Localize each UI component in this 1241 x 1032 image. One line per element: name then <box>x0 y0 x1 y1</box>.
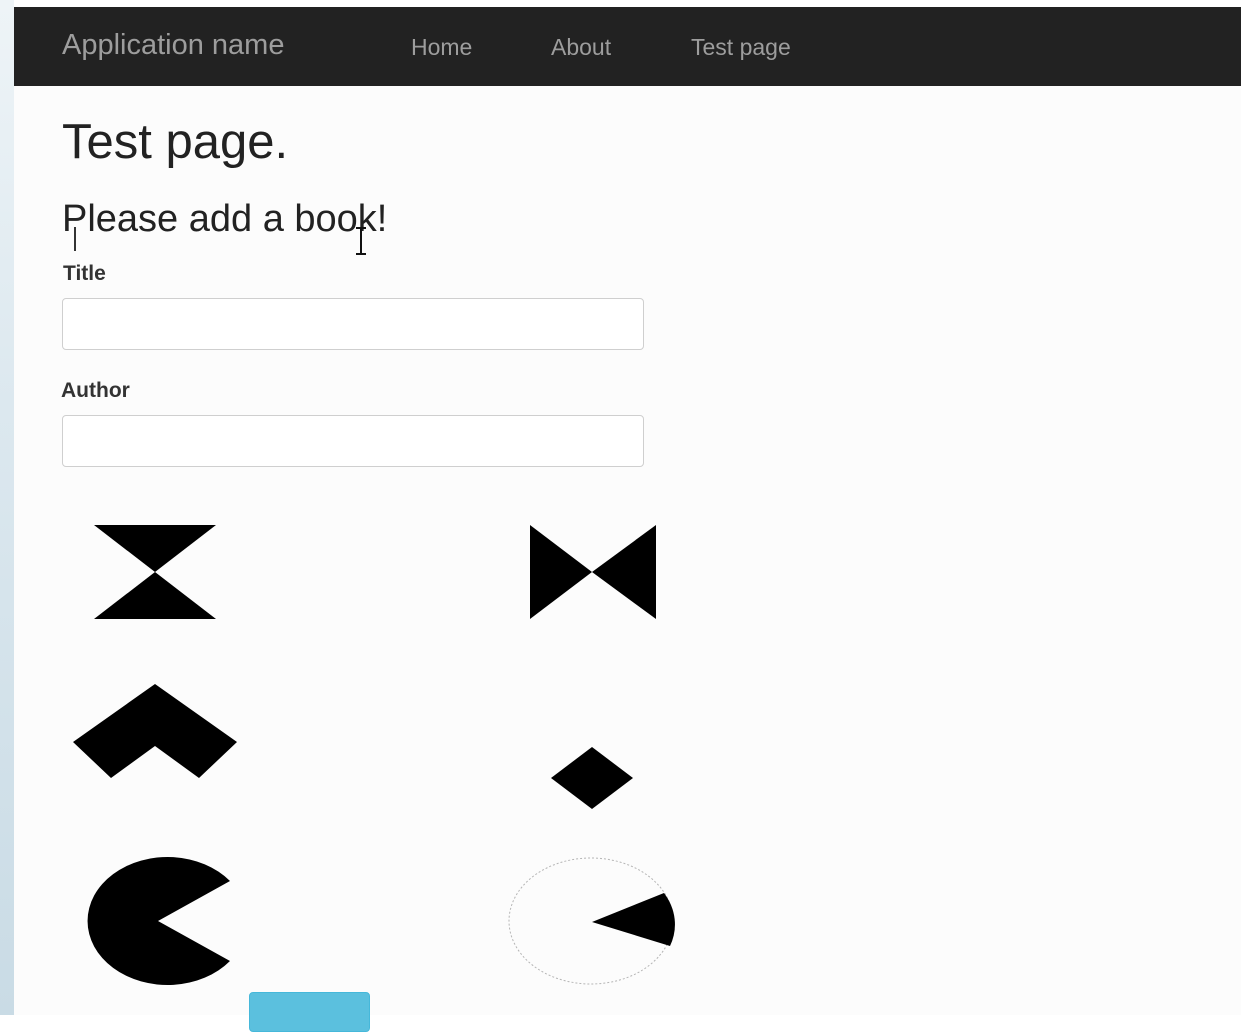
form-title: Please add a book! <box>62 198 388 240</box>
dashed-circle-wedge-icon[interactable] <box>506 856 678 988</box>
text-cursor-icon <box>356 227 366 255</box>
text-caret <box>74 227 76 251</box>
diamond-icon[interactable] <box>549 745 635 811</box>
nav-link-test-page[interactable]: Test page <box>691 34 791 61</box>
author-input[interactable] <box>62 415 644 467</box>
chevron-up-icon[interactable] <box>71 682 239 780</box>
send-button[interactable] <box>249 992 370 1032</box>
hourglass-icon[interactable] <box>92 523 218 621</box>
main-content: Test page. Please add a book! Title Auth… <box>14 86 1241 1032</box>
title-label: Title <box>63 262 106 285</box>
nav-link-home[interactable]: Home <box>411 34 472 61</box>
top-edge <box>0 0 1241 7</box>
window-left-edge <box>0 0 14 1015</box>
bowtie-icon[interactable] <box>528 523 658 621</box>
brand-link[interactable]: Application name <box>62 29 284 62</box>
title-input[interactable] <box>62 298 644 350</box>
navbar: Application name Home About Test page <box>14 7 1241 86</box>
page-title: Test page. <box>62 115 289 169</box>
pacman-icon[interactable] <box>70 856 232 986</box>
nav-link-about[interactable]: About <box>551 34 611 61</box>
author-label: Author <box>61 379 130 402</box>
